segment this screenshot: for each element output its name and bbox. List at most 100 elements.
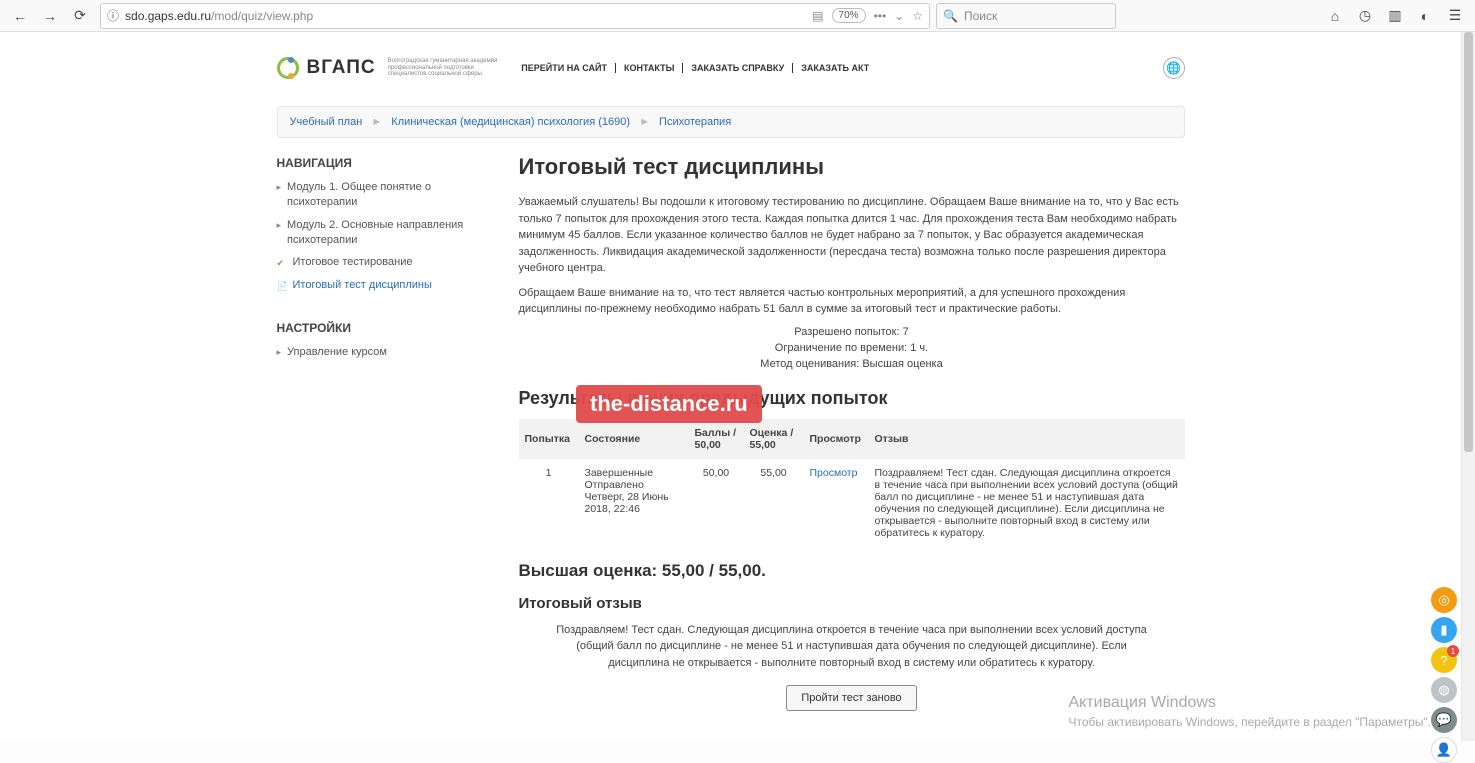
chevron-right-icon: ▸ xyxy=(277,181,282,193)
doc-icon xyxy=(277,279,287,289)
history-icon[interactable]: ◷ xyxy=(1351,2,1379,30)
sidebar-item-label: Итоговое тестирование xyxy=(293,255,413,270)
col-grade: Оценка / 55,00 xyxy=(744,419,804,459)
reload-button[interactable]: ⟳ xyxy=(66,2,94,30)
sidebar-item-label: Модуль 1. Общее понятие о психотерапии xyxy=(287,180,500,210)
state-timestamp: Отправлено Четверг, 28 Июнь 2018, 22:46 xyxy=(585,479,683,515)
back-button[interactable]: ← xyxy=(6,2,34,30)
cell-marks: 50,00 xyxy=(689,459,744,547)
sidebar-item-final-test[interactable]: Итоговый тест дисциплины xyxy=(277,274,501,297)
top-link-site[interactable]: ПЕРЕЙТИ НА САЙТ xyxy=(521,63,616,73)
quiz-meta: Разрешено попыток: 7 Ограничение по врем… xyxy=(519,326,1185,370)
language-icon[interactable]: 🌐 xyxy=(1163,57,1185,79)
search-placeholder: Поиск xyxy=(964,9,997,23)
pocket-icon[interactable]: ⌄ xyxy=(894,9,904,23)
forward-button[interactable]: → xyxy=(36,2,64,30)
cell-state: Завершенные Отправлено Четверг, 28 Июнь … xyxy=(579,459,689,547)
browser-toolbar: ← → ⟳ ⓘ sdo.gaps.edu.ru/mod/quiz/view.ph… xyxy=(0,0,1475,32)
widget-alert-icon[interactable]: ?1 xyxy=(1431,647,1457,673)
time-limit: Ограничение по времени: 1 ч. xyxy=(519,342,1185,354)
top-link-order-act[interactable]: ЗАКАЗАТЬ АКТ xyxy=(801,63,877,73)
menu-icon[interactable]: ☰ xyxy=(1441,2,1469,30)
logo-text: ВГАПС xyxy=(307,57,376,79)
intro-paragraph: Обращаем Ваше внимание на то, что тест я… xyxy=(519,285,1185,318)
activation-body: Чтобы активировать Windows, перейдите в … xyxy=(1068,714,1431,731)
breadcrumb-item[interactable]: Учебный план xyxy=(290,116,363,128)
sidebar-item-module1[interactable]: ▸ Модуль 1. Общее понятие о психотерапии xyxy=(277,176,501,214)
page-viewport: ВГАПС Волгоградская гуманитарная академи… xyxy=(0,32,1461,741)
cell-attempt: 1 xyxy=(519,459,579,547)
more-dots-icon[interactable]: ••• xyxy=(874,9,887,23)
url-domain: sdo.gaps.edu.ru xyxy=(125,9,211,23)
sidebar-item-module2[interactable]: ▸ Модуль 2. Основные направления психотер… xyxy=(277,214,501,252)
floating-widgets: ◎ ▮ ?1 ◍ 💬 👤 xyxy=(1431,587,1457,763)
widget-ok-icon[interactable]: ◎ xyxy=(1431,587,1457,613)
info-icon: ⓘ xyxy=(107,7,119,24)
extension-icon[interactable]: ◐ xyxy=(1411,2,1439,30)
reader-icon[interactable]: ▤ xyxy=(812,9,823,23)
sidebar: НАВИГАЦИЯ ▸ Модуль 1. Общее понятие о пси… xyxy=(277,148,501,741)
highest-grade: Высшая оценка: 55,00 / 55,00. xyxy=(519,561,1185,581)
site-header: ВГАПС Волгоградская гуманитарная академи… xyxy=(277,46,1185,90)
logo-subtitle: специалистов социальной сферы xyxy=(388,71,498,78)
chevron-right-icon: ▸ xyxy=(277,219,282,231)
allowed-attempts: Разрешено попыток: 7 xyxy=(519,326,1185,338)
home-icon[interactable]: ⌂ xyxy=(1321,2,1349,30)
cell-feedback: Поздравляем! Тест сдан. Следующая дисцип… xyxy=(869,459,1185,547)
table-row: 1 Завершенные Отправлено Четверг, 28 Июн… xyxy=(519,459,1185,547)
breadcrumb-item[interactable]: Психотерапия xyxy=(659,116,731,128)
widget-badge: 1 xyxy=(1447,645,1459,657)
reattempt-button[interactable]: Пройти тест заново xyxy=(786,685,916,711)
intro-paragraph: Уважаемый слушатель! Вы подошли к итогов… xyxy=(519,194,1185,277)
breadcrumb-item[interactable]: Клиническая (медицинская) психология (16… xyxy=(391,116,630,128)
scrollbar-thumb[interactable] xyxy=(1464,32,1473,452)
col-marks: Баллы / 50,00 xyxy=(689,419,744,459)
sidebar-item-label: Итоговый тест дисциплины xyxy=(293,278,432,293)
address-bar[interactable]: ⓘ sdo.gaps.edu.ru/mod/quiz/view.php ▤ 70… xyxy=(100,3,930,29)
search-box[interactable]: 🔍 Поиск xyxy=(936,3,1116,29)
settings-heading: НАСТРОЙКИ xyxy=(277,313,501,341)
widget-user-icon[interactable]: 👤 xyxy=(1431,737,1457,763)
sidebar-item-label: Управление курсом xyxy=(287,345,387,360)
cell-grade: 55,00 xyxy=(744,459,804,547)
results-heading: Результаты ваших предыдущих попыток xyxy=(519,388,1185,409)
top-link-contacts[interactable]: КОНТАКТЫ xyxy=(624,63,683,73)
widget-settings-icon[interactable]: ◍ xyxy=(1431,677,1457,703)
chevron-right-icon: ▸ xyxy=(277,346,282,358)
sidebar-item-final-testing[interactable]: Итоговое тестирование xyxy=(277,251,501,274)
review-link[interactable]: Просмотр xyxy=(810,467,858,479)
search-icon: 🔍 xyxy=(943,9,958,23)
attempts-table: Попытка Состояние Баллы / 50,00 Оценка /… xyxy=(519,419,1185,547)
widget-phone-icon[interactable]: ▮ xyxy=(1431,617,1457,643)
sidebar-item-label: Модуль 2. Основные направления психотера… xyxy=(287,218,500,248)
sidebar-item-course-admin[interactable]: ▸ Управление курсом xyxy=(277,341,501,364)
logo-subtitle: Волгоградская гуманитарная академия xyxy=(388,58,498,65)
site-logo[interactable]: ВГАПС Волгоградская гуманитарная академи… xyxy=(277,57,498,79)
chevron-right-icon: ► xyxy=(633,116,656,128)
check-icon xyxy=(277,256,287,266)
top-nav: ПЕРЕЙТИ НА САЙТ КОНТАКТЫ ЗАКАЗАТЬ СПРАВК… xyxy=(521,63,877,73)
vertical-scrollbar[interactable] xyxy=(1461,32,1475,741)
library-icon[interactable]: ▥ xyxy=(1381,2,1409,30)
col-feedback: Отзыв xyxy=(869,419,1185,459)
page-title: Итоговый тест дисциплины xyxy=(519,154,1185,180)
grading-method: Метод оценивания: Высшая оценка xyxy=(519,358,1185,370)
logo-icon xyxy=(277,57,299,79)
nav-heading: НАВИГАЦИЯ xyxy=(277,148,501,176)
col-attempt: Попытка xyxy=(519,419,579,459)
activation-title: Активация Windows xyxy=(1068,692,1431,714)
col-state: Состояние xyxy=(579,419,689,459)
windows-activation-notice: Активация Windows Чтобы активировать Win… xyxy=(1068,692,1431,731)
main-content: Итоговый тест дисциплины Уважаемый слуша… xyxy=(519,148,1185,741)
breadcrumb: Учебный план ► Клиническая (медицинская)… xyxy=(277,106,1185,138)
state-status: Завершенные xyxy=(585,467,683,479)
url-path: /mod/quiz/view.php xyxy=(211,9,313,23)
overall-feedback: Поздравляем! Тест сдан. Следующая дисцип… xyxy=(519,622,1185,672)
overall-feedback-heading: Итоговый отзыв xyxy=(519,595,1185,612)
zoom-indicator[interactable]: 70% xyxy=(832,8,866,23)
col-review: Просмотр xyxy=(804,419,869,459)
bookmark-icon[interactable]: ☆ xyxy=(912,9,923,23)
widget-chat-icon[interactable]: 💬 xyxy=(1431,707,1457,733)
top-link-order-cert[interactable]: ЗАКАЗАТЬ СПРАВКУ xyxy=(691,63,793,73)
chevron-right-icon: ► xyxy=(365,116,388,128)
